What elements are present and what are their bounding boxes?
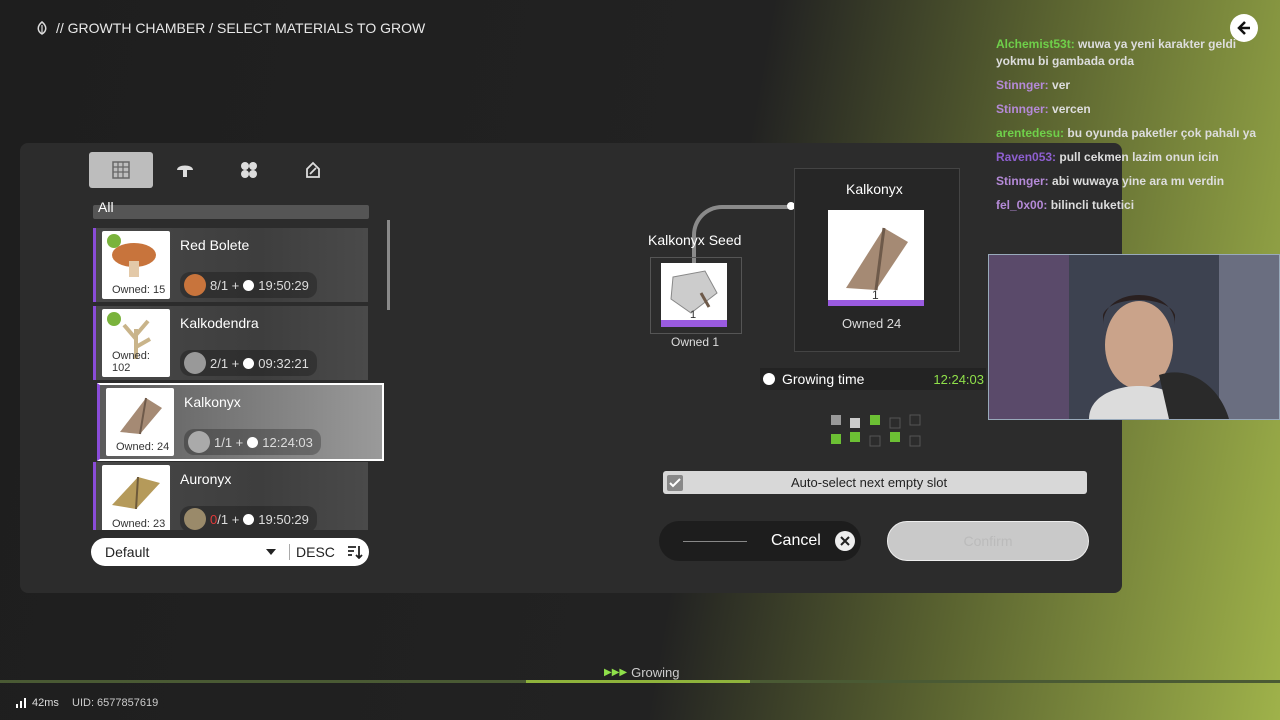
tab-plant[interactable]	[153, 152, 217, 188]
requirement: 2/1 + 09:32:21	[180, 350, 317, 376]
close-icon	[834, 531, 855, 551]
uid-label: UID: 6577857619	[72, 697, 159, 709]
stream-chat: Alchemist53t: wuwa ya yeni karakter geld…	[996, 36, 1266, 221]
sort-dropdown[interactable]: Default	[105, 544, 263, 560]
requirement: 0/1 + 19:50:29	[180, 506, 317, 530]
list-item-kalkodendra[interactable]: Owned: 102 Kalkodendra 2/1 + 09:32:21	[93, 306, 368, 380]
chevron-down-icon[interactable]	[265, 548, 277, 556]
requirement: 8/1 + 19:50:29	[180, 272, 317, 298]
grid-icon	[112, 161, 130, 179]
growing-time-value: 12:24:03	[933, 371, 984, 387]
material-list: Owned: 15 Red Bolete 8/1 + 19:50:29 Owne…	[89, 226, 389, 530]
breadcrumb-text: // GROWTH CHAMBER / SELECT MATERIALS TO …	[56, 20, 426, 36]
ping-indicator: 42ms	[16, 697, 59, 709]
checkmark-icon	[669, 477, 681, 487]
item-name: Auronyx	[180, 471, 232, 487]
growing-status: ▶▶▶ Growing	[604, 665, 680, 680]
chat-message: Alchemist53t: wuwa ya yeni karakter geld…	[996, 37, 1237, 68]
webcam-overlay	[988, 254, 1280, 420]
rarity-strip	[661, 320, 727, 327]
item-thumbnail: Owned: 102	[102, 309, 170, 377]
sort-order-toggle[interactable]: DESC	[289, 544, 335, 560]
growing-time-row: Growing time 12:24:03	[760, 368, 986, 390]
tab-flower[interactable]	[217, 152, 281, 188]
seed-icon	[184, 508, 206, 530]
item-name: Red Bolete	[180, 237, 250, 253]
upgrade-icon	[306, 161, 320, 178]
list-item-kalkonyx[interactable]: Owned: 24 Kalkonyx 1/1 + 12:24:03	[97, 383, 384, 461]
category-label: All	[98, 199, 114, 215]
mushroom-icon	[177, 165, 193, 177]
play-arrows-icon: ▶▶▶	[604, 667, 628, 678]
clock-icon	[243, 279, 255, 291]
output-name: Kalkonyx	[846, 181, 903, 197]
chat-message: Stinnger: abi wuwaya yine ara mı verdin	[996, 174, 1225, 188]
slot-grid-icon	[831, 414, 921, 447]
chat-message: Stinnger: vercen	[996, 102, 1091, 116]
auronyx-icon	[112, 476, 160, 510]
item-thumbnail: Owned: 23	[102, 465, 170, 530]
back-arrow-icon	[1237, 21, 1250, 35]
cancel-button[interactable]: Cancel	[659, 521, 861, 561]
output-count: 1	[872, 288, 879, 302]
chat-message: arentedesu: bu oyunda paketler çok pahal…	[996, 126, 1257, 140]
slot-indicator-grid	[830, 414, 924, 448]
growing-time-label: Growing time	[782, 371, 865, 387]
seed-name: Kalkonyx Seed	[648, 232, 742, 248]
category-tabs	[89, 152, 369, 188]
clock-icon	[247, 436, 259, 448]
auto-select-toggle[interactable]: Auto-select next empty slot	[663, 471, 1087, 494]
owned-count: Owned: 102	[112, 350, 150, 374]
seed-count: 1	[690, 309, 697, 321]
clock-icon	[763, 373, 775, 385]
chat-message: Stinnger: ver	[996, 78, 1071, 92]
clock-icon	[243, 357, 255, 369]
seed-icon	[184, 352, 206, 374]
breadcrumb: // GROWTH CHAMBER / SELECT MATERIALS TO …	[34, 20, 425, 36]
owned-count: Owned: 24	[116, 441, 170, 453]
item-name: Kalkodendra	[180, 315, 259, 331]
list-item-auronyx[interactable]: Owned: 23 Auronyx 0/1 + 19:50:29	[93, 462, 368, 530]
tab-all[interactable]	[89, 152, 153, 188]
leaf-icon	[37, 21, 47, 35]
seed-icon	[184, 274, 206, 296]
signal-icon	[16, 698, 26, 708]
sort-bar: Default DESC	[91, 538, 369, 566]
kalkonyx-icon	[846, 227, 908, 291]
clock-icon	[243, 513, 255, 525]
cancel-label: Cancel	[771, 532, 821, 549]
list-item-red-bolete[interactable]: Owned: 15 Red Bolete 8/1 + 19:50:29	[93, 228, 368, 302]
item-thumbnail: Owned: 15	[102, 231, 170, 299]
item-thumbnail: Owned: 24	[106, 388, 174, 456]
chat-message: Raven053: pull cekmen lazim onun icin	[996, 150, 1219, 164]
item-name: Kalkonyx	[184, 394, 241, 410]
tab-upgrade[interactable]	[281, 152, 345, 188]
requirement: 1/1 + 12:24:03	[184, 429, 321, 455]
owned-count: Owned: 15	[112, 284, 166, 296]
red-bolete-icon	[107, 234, 156, 277]
output-owned: Owned 24	[842, 316, 902, 331]
chat-message: fel_0x00: bilincli tuketici	[996, 198, 1135, 212]
category-header-bar	[93, 205, 369, 219]
seed-icon	[188, 431, 210, 453]
confirm-button[interactable]: Confirm	[887, 521, 1089, 561]
kalkonyx-icon	[120, 397, 162, 435]
owned-count: Owned: 23	[112, 518, 166, 530]
confirm-label: Confirm	[963, 533, 1013, 549]
sort-icon[interactable]	[347, 545, 363, 559]
growing-progress	[526, 680, 750, 683]
checkbox[interactable]	[667, 474, 683, 491]
seed-owned: Owned 1	[671, 335, 720, 349]
streamer-webcam-image	[989, 255, 1279, 419]
button-line	[683, 540, 747, 542]
auto-select-label: Auto-select next empty slot	[791, 475, 948, 490]
flower-icon	[241, 162, 257, 178]
